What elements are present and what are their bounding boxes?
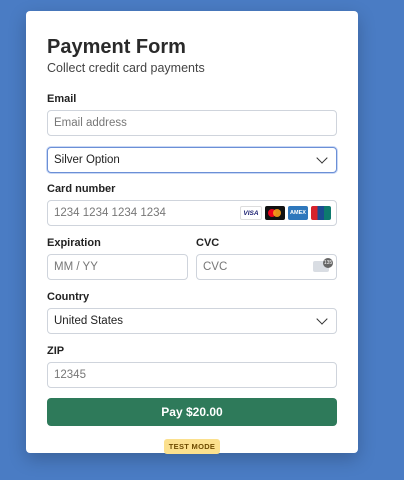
cvc-card-icon: 135 xyxy=(313,258,333,272)
card-number-label: Card number xyxy=(47,183,116,195)
cvc-label: CVC xyxy=(196,237,220,249)
cvc-field[interactable]: CVC 135 xyxy=(196,254,337,280)
plan-selected-value: Silver Option xyxy=(54,154,120,166)
expiration-placeholder: MM / YY xyxy=(54,261,98,273)
form-title: Payment Form xyxy=(47,36,186,58)
country-label: Country xyxy=(47,291,90,303)
test-mode-badge: TEST MODE xyxy=(163,439,221,454)
expiration-field[interactable]: MM / YY xyxy=(47,254,188,280)
chevron-down-icon xyxy=(316,152,328,164)
chevron-down-icon xyxy=(316,313,328,325)
zip-field[interactable]: 12345 xyxy=(47,362,337,388)
email-placeholder: Email address xyxy=(54,117,127,129)
zip-placeholder: 12345 xyxy=(54,369,86,381)
pay-button[interactable]: Pay $20.00 xyxy=(47,398,337,426)
payment-form-card: Payment Form Collect credit card payment… xyxy=(26,11,358,454)
expiration-label: Expiration xyxy=(47,237,101,249)
email-label: Email xyxy=(47,93,77,105)
card-brands: VISA AMEX xyxy=(240,206,331,220)
country-select[interactable]: United States xyxy=(47,308,337,334)
cvc-placeholder: CVC xyxy=(203,261,228,273)
country-selected-value: United States xyxy=(54,315,124,327)
card-number-placeholder: 1234 1234 1234 1234 xyxy=(54,207,166,219)
email-field[interactable]: Email address xyxy=(47,110,337,136)
form-subtitle: Collect credit card payments xyxy=(47,61,205,75)
plan-select[interactable]: Silver Option xyxy=(47,147,337,173)
amex-icon: AMEX xyxy=(288,206,308,220)
zip-label: ZIP xyxy=(47,345,65,357)
mastercard-icon xyxy=(265,206,285,220)
card-number-field[interactable]: 1234 1234 1234 1234 VISA AMEX xyxy=(47,200,337,226)
cvc-icon-number: 135 xyxy=(323,258,333,268)
unionpay-icon xyxy=(311,206,331,220)
visa-icon: VISA xyxy=(240,206,262,220)
